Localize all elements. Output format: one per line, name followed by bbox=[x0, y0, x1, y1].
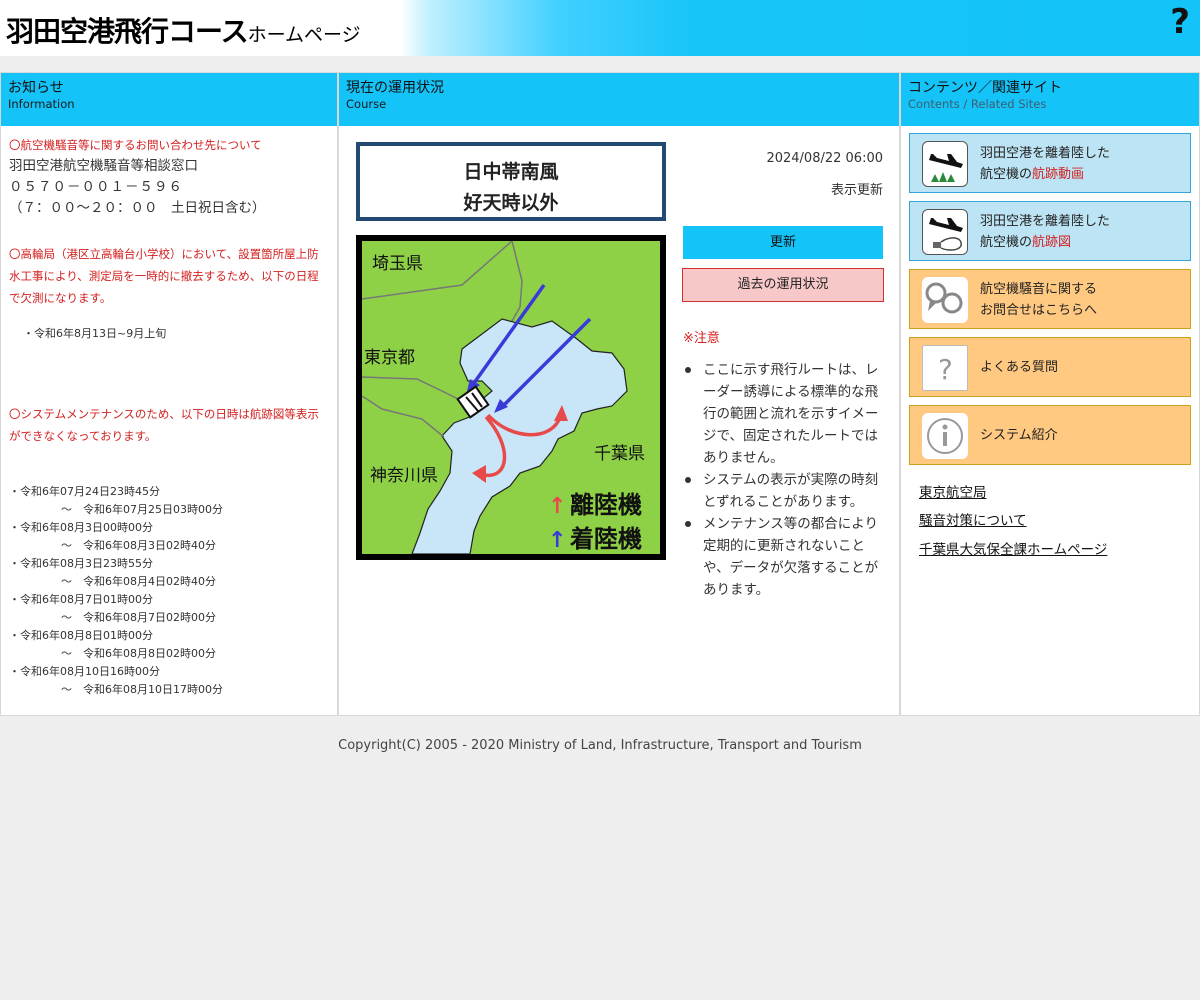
course-panel: 現在の運用状況 Course 日中帯南風 好天時以外 埼玉県 東京都 神奈川県 … bbox=[338, 72, 900, 716]
legend-takeoff-arrow: ↑ bbox=[548, 494, 566, 519]
label-saitama: 埼玉県 bbox=[372, 254, 423, 274]
help-icon[interactable]: ? bbox=[1170, 2, 1190, 42]
list-item: ・令和6年08月10日16時00分 ～ 令和6年08月10日17時00分 bbox=[9, 663, 329, 699]
maintenance-end: ～ 令和6年08月8日02時00分 bbox=[61, 647, 216, 660]
site-title[interactable]: 羽田空港飛行コースホームページ bbox=[6, 10, 361, 50]
maintenance-end: ～ 令和6年08月3日02時40分 bbox=[61, 539, 216, 552]
list-item: システムの表示が実際の時刻とずれることがあります。 bbox=[683, 469, 883, 513]
list-item: ここに示す飛行ルートは、レーダー誘導による標準的な飛行の範囲と流れを示すイメージ… bbox=[683, 359, 883, 469]
label-chiba: 千葉県 bbox=[594, 444, 645, 464]
takanawa-period: ・令和6年8月13日~9月上旬 bbox=[23, 327, 167, 340]
legend-landing-arrow: ↑ bbox=[548, 528, 566, 553]
operation-status-box: 日中帯南風 好天時以外 bbox=[356, 142, 666, 221]
button-highlight: 航跡図 bbox=[1032, 235, 1072, 250]
system-intro-label: システム紹介 bbox=[980, 428, 1058, 443]
notice-title: ※注意 bbox=[683, 331, 720, 346]
past-status-button[interactable]: 過去の運用状況 bbox=[682, 268, 884, 302]
faq-button[interactable]: ? よくある質問 bbox=[909, 337, 1191, 397]
airplane-takeoff-icon bbox=[922, 141, 968, 187]
maintenance-end: ～ 令和6年08月10日17時00分 bbox=[61, 683, 223, 696]
link-chiba-air-quality[interactable]: 千葉県大気保全課ホームページ bbox=[919, 538, 1107, 558]
maintenance-end: ～ 令和6年08月7日02時00分 bbox=[61, 611, 216, 624]
maintenance-start: ・令和6年08月3日00時00分 bbox=[9, 521, 153, 534]
flight-course-map[interactable]: 埼玉県 東京都 神奈川県 千葉県 ↑ 離陸機 ↑ 着陸機 bbox=[356, 235, 666, 560]
information-panel: お知らせ Information 〇航空機騒音等に関するお問い合わせ先について … bbox=[0, 72, 338, 716]
legend-takeoff: 離陸機 bbox=[570, 491, 642, 519]
information-title: お知らせ bbox=[8, 80, 64, 96]
contact-heading: 〇航空機騒音等に関するお問い合わせ先について bbox=[9, 138, 262, 152]
svg-text:?: ? bbox=[938, 353, 953, 386]
contact-section: 〇航空機騒音等に関するお問い合わせ先について 羽田空港航空機騒音等相談窓口 ０５… bbox=[9, 135, 329, 219]
copyright: Copyright(C) 2005 - 2020 Ministry of Lan… bbox=[338, 738, 862, 753]
maintenance-start: ・令和6年08月10日16時00分 bbox=[9, 665, 160, 678]
contents-subtitle: Contents / Related Sites bbox=[908, 97, 1047, 111]
list-item: ・令和6年08月3日00時00分 ～ 令和6年08月3日02時40分 bbox=[9, 519, 329, 555]
noise-inquiry-label: 航空機騒音に関する お問合せはこちらへ bbox=[980, 279, 1097, 321]
site-title-sub: ホームページ bbox=[247, 24, 361, 46]
contact-hours: （７：００～２０：００ 土日祝日含む） bbox=[9, 200, 266, 216]
list-item: ・令和6年08月8日01時00分 ～ 令和6年08月8日02時00分 bbox=[9, 627, 329, 663]
maintenance-start: ・令和6年08月7日01時00分 bbox=[9, 593, 153, 606]
course-header: 現在の運用状況 Course bbox=[339, 73, 899, 126]
information-subtitle: Information bbox=[8, 97, 75, 111]
link-noise-measures[interactable]: 騒音対策について bbox=[919, 509, 1027, 529]
information-header: お知らせ Information bbox=[1, 73, 337, 126]
list-item: ・令和6年08月3日23時55分 ～ 令和6年08月4日02時40分 bbox=[9, 555, 329, 591]
button-text: 航空機の bbox=[980, 235, 1033, 250]
button-line: お問合せはこちらへ bbox=[980, 303, 1098, 318]
speech-bubble-icon bbox=[922, 277, 968, 323]
display-refresh-label: 表示更新 bbox=[830, 183, 883, 198]
system-intro-button[interactable]: システム紹介 bbox=[909, 405, 1191, 465]
maintenance-notice: 〇システムメンテナンスのため、以下の日時は航跡図等表示ができなくなっております。 bbox=[9, 407, 319, 443]
list-item: メンテナンス等の都合により定期的に更新されないことや、データが欠落することがあり… bbox=[683, 513, 883, 601]
maintenance-start: ・令和6年07月24日23時45分 bbox=[9, 485, 160, 498]
course-subtitle: Course bbox=[346, 97, 387, 111]
button-line: 航空機騒音に関する bbox=[980, 282, 1098, 297]
button-text: 航空機の bbox=[980, 167, 1033, 182]
flight-track-video-label: 羽田空港を離着陸した 航空機の航跡動画 bbox=[980, 143, 1110, 185]
button-line: 羽田空港を離着陸した bbox=[980, 214, 1111, 229]
border-tokyo-kanagawa bbox=[362, 376, 463, 402]
notice-list: ここに示す飛行ルートは、レーダー誘導による標準的な飛行の範囲と流れを示すイメージ… bbox=[683, 359, 883, 601]
list-item: ・令和6年08月7日01時00分 ～ 令和6年08月7日02時00分 bbox=[9, 591, 329, 627]
maintenance-end: ～ 令和6年07月25日03時00分 bbox=[61, 503, 223, 516]
status-line-1: 日中帯南風 bbox=[463, 161, 559, 183]
flight-track-map-button[interactable]: 羽田空港を離着陸した 航空機の航跡図 bbox=[909, 201, 1191, 261]
link-tokyo-civil-aviation[interactable]: 東京航空局 bbox=[919, 481, 987, 501]
label-tokyo: 東京都 bbox=[364, 348, 415, 368]
border-kanagawa-west bbox=[362, 395, 445, 438]
maintenance-end: ～ 令和6年08月4日02時40分 bbox=[61, 575, 216, 588]
contact-phone: ０５７０－００１－５９６ bbox=[9, 179, 183, 195]
site-title-main: 羽田空港飛行コース bbox=[6, 15, 249, 48]
button-line: 航空機の航跡動画 bbox=[980, 164, 1110, 185]
takanawa-notice: 〇高輪局（港区立高輪台小学校）において、設置箇所屋上防水工事により、測定局を一時… bbox=[9, 247, 319, 305]
button-highlight: 航跡動画 bbox=[1032, 167, 1085, 182]
maintenance-start: ・令和6年08月3日23時55分 bbox=[9, 557, 153, 570]
contact-office: 羽田空港航空機騒音等相談窓口 bbox=[9, 158, 198, 174]
noise-inquiry-button[interactable]: 航空機騒音に関する お問合せはこちらへ bbox=[909, 269, 1191, 329]
legend-landing: 着陸機 bbox=[570, 525, 642, 553]
button-line: 羽田空港を離着陸した bbox=[980, 146, 1111, 161]
contents-panel: コンテンツ／関連サイト Contents / Related Sites 羽田空… bbox=[900, 72, 1200, 716]
header: 羽田空港飛行コースホームページ ? bbox=[0, 0, 1200, 56]
flight-track-map-label: 羽田空港を離着陸した 航空機の航跡図 bbox=[980, 211, 1110, 253]
contents-header: コンテンツ／関連サイト Contents / Related Sites bbox=[901, 73, 1199, 126]
contents-title: コンテンツ／関連サイト bbox=[908, 80, 1062, 96]
list-item: ・令和6年07月24日23時45分 ～ 令和6年07月25日03時00分 bbox=[9, 483, 329, 519]
faq-label: よくある質問 bbox=[980, 360, 1059, 375]
status-line-2: 好天時以外 bbox=[463, 192, 559, 214]
maintenance-list: ・令和6年07月24日23時45分 ～ 令和6年07月25日03時00分 ・令和6… bbox=[9, 483, 329, 699]
course-title: 現在の運用状況 bbox=[346, 80, 444, 96]
flight-track-video-button[interactable]: 羽田空港を離着陸した 航空機の航跡動画 bbox=[909, 133, 1191, 193]
flight-course-map-svg: 埼玉県 東京都 神奈川県 千葉県 ↑ 離陸機 ↑ 着陸機 bbox=[362, 241, 645, 554]
label-kanagawa: 神奈川県 bbox=[370, 466, 438, 486]
border-saitama-east bbox=[511, 241, 523, 322]
update-button[interactable]: 更新 bbox=[683, 226, 883, 259]
status-datetime: 2024/08/22 06:00 bbox=[766, 151, 883, 166]
maintenance-start: ・令和6年08月8日01時00分 bbox=[9, 629, 153, 642]
button-line: 航空機の航跡図 bbox=[980, 232, 1110, 253]
info-icon bbox=[922, 413, 968, 459]
question-icon: ? bbox=[922, 345, 968, 391]
airplane-track-icon bbox=[922, 209, 968, 255]
